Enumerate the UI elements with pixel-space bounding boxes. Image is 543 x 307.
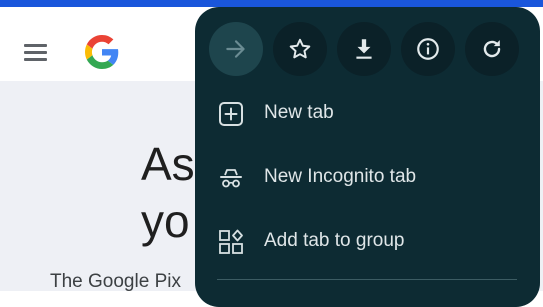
menu-divider [217,279,517,280]
hamburger-menu-icon[interactable] [24,44,47,61]
menu-item-label: New Incognito tab [264,166,417,187]
page-heading: As yo [141,136,195,250]
download-button[interactable] [337,22,391,76]
page-heading-line-2: yo [141,195,190,247]
tab-group-icon [219,229,243,254]
star-icon [289,38,311,59]
new-tab-icon [219,102,243,126]
page-body-text: The Google Pix [50,271,181,292]
forward-button[interactable] [209,22,263,76]
menu-item-label: Add tab to group [264,230,405,251]
refresh-icon [483,40,501,58]
page-info-button[interactable] [401,22,455,76]
browser-overflow-menu: New tab New Incognito tab Add tab to gro… [195,7,540,307]
arrow-forward-icon [226,40,245,58]
google-logo-icon[interactable] [85,35,119,69]
bookmark-button[interactable] [273,22,327,76]
reload-button[interactable] [465,22,519,76]
menu-item-add-tab-to-group[interactable]: Add tab to group [195,214,540,270]
incognito-icon [220,169,242,188]
info-icon [417,38,439,60]
menu-item-label: New tab [264,102,334,123]
download-icon [356,39,372,59]
top-strip [0,0,543,7]
menu-item-new-incognito-tab[interactable]: New Incognito tab [195,150,540,206]
page-heading-line-1: As [141,138,195,190]
menu-item-new-tab[interactable]: New tab [195,86,540,142]
